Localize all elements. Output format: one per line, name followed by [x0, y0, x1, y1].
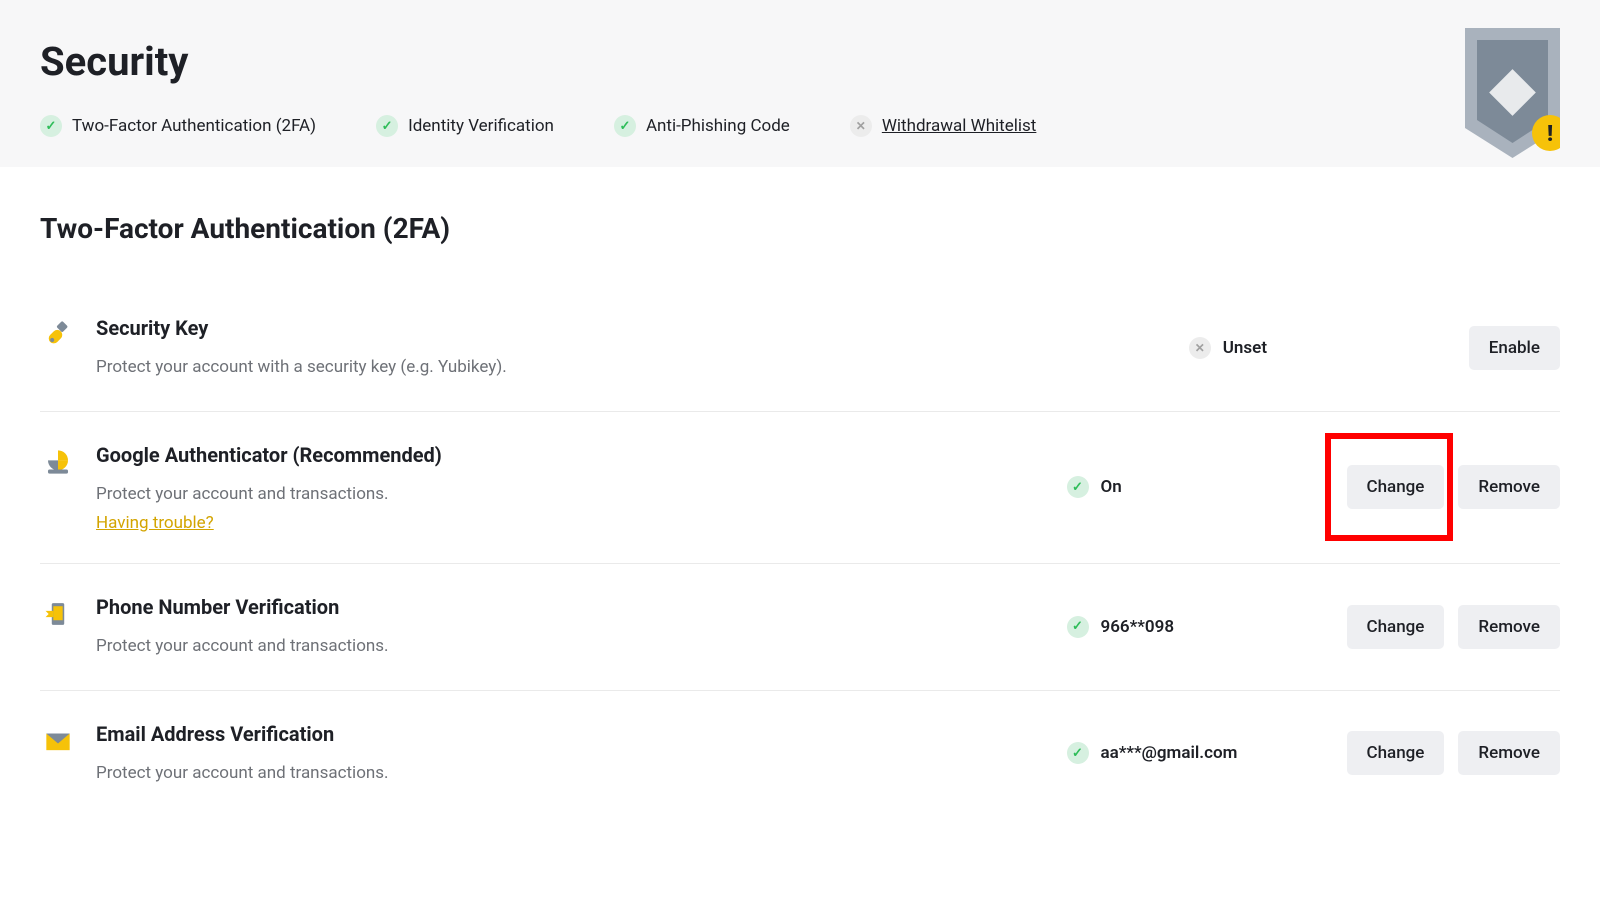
- setting-info: Google Authenticator (Recommended) Prote…: [96, 442, 1047, 534]
- setting-status: ✓ On: [1067, 476, 1327, 498]
- setting-title: Phone Number Verification: [96, 594, 1047, 620]
- status-value: aa***@gmail.com: [1101, 743, 1238, 763]
- remove-button[interactable]: Remove: [1458, 605, 1560, 649]
- status-row: ✓ Two-Factor Authentication (2FA) ✓ Iden…: [40, 115, 1560, 137]
- x-icon: ✕: [1189, 337, 1211, 359]
- security-key-icon: [40, 317, 76, 353]
- setting-status: ✓ aa***@gmail.com: [1067, 742, 1327, 764]
- row-google-auth: Google Authenticator (Recommended) Prote…: [40, 412, 1560, 565]
- status-label: Identity Verification: [408, 116, 554, 136]
- status-withdrawal-whitelist[interactable]: ✕ Withdrawal Whitelist: [850, 115, 1037, 137]
- setting-status: ✓ 966**098: [1067, 616, 1327, 638]
- section-title: Two-Factor Authentication (2FA): [40, 212, 1560, 245]
- setting-title: Google Authenticator (Recommended): [96, 442, 1047, 468]
- setting-status: ✕ Unset: [1189, 337, 1449, 359]
- setting-actions: Enable: [1469, 326, 1560, 370]
- row-email-verification: Email Address Verification Protect your …: [40, 691, 1560, 817]
- x-icon: ✕: [850, 115, 872, 137]
- status-value: 966**098: [1101, 617, 1175, 637]
- status-value: Unset: [1223, 338, 1267, 358]
- check-icon: ✓: [614, 115, 636, 137]
- security-header: Security ✓ Two-Factor Authentication (2F…: [0, 0, 1600, 167]
- status-label: Two-Factor Authentication (2FA): [72, 116, 316, 136]
- check-icon: ✓: [376, 115, 398, 137]
- check-icon: ✓: [40, 115, 62, 137]
- change-button[interactable]: Change: [1347, 731, 1445, 775]
- enable-button[interactable]: Enable: [1469, 326, 1560, 370]
- status-identity: ✓ Identity Verification: [376, 115, 554, 137]
- status-2fa: ✓ Two-Factor Authentication (2FA): [40, 115, 316, 137]
- status-label: Withdrawal Whitelist: [882, 116, 1037, 136]
- change-button[interactable]: Change: [1347, 465, 1445, 509]
- setting-desc: Protect your account with a security key…: [96, 355, 1169, 381]
- setting-info: Phone Number Verification Protect your a…: [96, 594, 1047, 660]
- having-trouble-link[interactable]: Having trouble?: [96, 513, 214, 533]
- remove-button[interactable]: Remove: [1458, 731, 1560, 775]
- row-security-key: Security Key Protect your account with a…: [40, 285, 1560, 412]
- setting-title: Security Key: [96, 315, 1169, 341]
- twofa-section: Two-Factor Authentication (2FA) Security…: [0, 167, 1600, 816]
- setting-info: Security Key Protect your account with a…: [96, 315, 1169, 381]
- google-auth-icon: [40, 444, 76, 480]
- setting-actions: Change Remove: [1347, 605, 1561, 649]
- setting-info: Email Address Verification Protect your …: [96, 721, 1047, 787]
- phone-icon: [40, 596, 76, 632]
- email-icon: [40, 723, 76, 759]
- check-icon: ✓: [1067, 616, 1089, 638]
- setting-desc: Protect your account and transactions.: [96, 761, 1047, 787]
- setting-actions: Change Remove: [1347, 465, 1561, 509]
- remove-button[interactable]: Remove: [1458, 465, 1560, 509]
- status-anti-phishing: ✓ Anti-Phishing Code: [614, 115, 790, 137]
- setting-title: Email Address Verification: [96, 721, 1047, 747]
- setting-desc: Protect your account and transactions.: [96, 482, 1047, 508]
- row-phone-verification: Phone Number Verification Protect your a…: [40, 564, 1560, 691]
- change-button[interactable]: Change: [1347, 605, 1445, 649]
- svg-text:!: !: [1547, 122, 1553, 147]
- page-title: Security: [40, 38, 1560, 85]
- setting-actions: Change Remove: [1347, 731, 1561, 775]
- check-icon: ✓: [1067, 476, 1089, 498]
- status-label: Anti-Phishing Code: [646, 116, 790, 136]
- check-icon: ✓: [1067, 742, 1089, 764]
- security-shield-icon: !: [1465, 28, 1560, 158]
- setting-desc: Protect your account and transactions.: [96, 634, 1047, 660]
- status-value: On: [1101, 477, 1122, 497]
